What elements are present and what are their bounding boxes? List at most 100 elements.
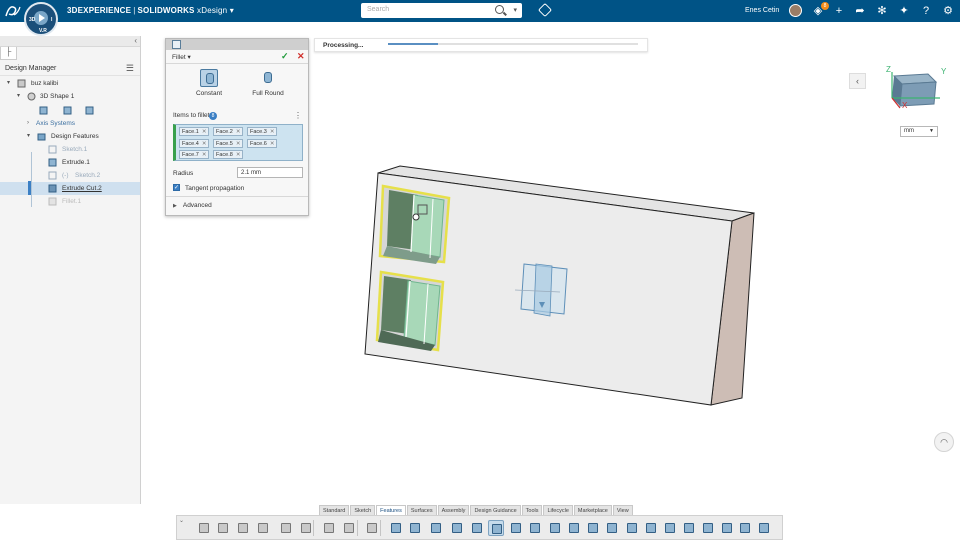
compass-icon[interactable]: 3D V.R I [24,2,58,36]
tree-node-sketch-2[interactable]: (-) Sketch.2 [0,169,140,182]
split-icon[interactable] [681,520,697,536]
chevron-down-icon[interactable]: ⌄ [179,517,184,524]
constant-option-button[interactable]: Constant [188,69,230,97]
face-chip[interactable]: Face.5 ✕ [213,139,244,148]
tab-sketch[interactable]: Sketch [350,505,376,515]
tab-view[interactable]: View [612,505,633,515]
remove-icon[interactable]: ✕ [270,141,275,147]
search-input[interactable]: Search ▾ [361,3,522,18]
help-icon[interactable] [364,520,380,536]
lower-pocket[interactable] [375,270,445,352]
remove-icon[interactable]: ✕ [236,141,241,147]
avatar[interactable] [789,4,802,17]
remove-icon[interactable]: ✕ [236,129,241,135]
hole-icon[interactable] [624,520,640,536]
loft-icon[interactable] [449,520,465,536]
remove-icon[interactable]: ✕ [236,152,241,158]
expand-icon[interactable]: ▾ [17,90,20,103]
view-cube-icon[interactable]: Z Y X [884,62,950,112]
tree-tab-icon[interactable]: ├ [0,47,17,60]
tab-features[interactable]: Features [376,505,406,515]
mirror-icon[interactable] [585,520,601,536]
advanced-section-toggle[interactable]: ▶ Advanced [173,202,212,209]
face-chip[interactable]: Face.6 ✕ [247,139,278,148]
tab-tools[interactable]: Tools [521,505,543,515]
fillet-title[interactable]: Fillet ▾ [172,53,191,61]
measure-icon[interactable]: ◠ [934,432,954,452]
tree-node-extrude-1[interactable]: Extrude.1 [0,156,140,169]
search-icon[interactable] [495,5,504,14]
save-as-icon[interactable] [215,520,231,536]
tab-marketplace[interactable]: Marketplace [573,505,612,515]
network-icon[interactable]: ✻ [875,4,889,18]
tab-design-guidance[interactable]: Design Guidance [470,505,521,515]
tree-node-axis-systems[interactable]: › Axis Systems [0,117,140,130]
tab-standard[interactable]: Standard [319,505,350,515]
extrude-icon[interactable] [388,520,404,536]
dialog-drag-bar[interactable] [166,39,308,50]
hamburger-menu-icon[interactable]: ☰ [126,63,134,74]
scale-icon[interactable] [719,520,735,536]
remove-icon[interactable]: ✕ [202,141,207,147]
tree-node-fillet-1[interactable]: Fillet.1 [0,195,140,208]
draft-icon[interactable] [547,520,563,536]
app-title[interactable]: 3DEXPERIENCE | SOLIDWORKS xDesign ▾ [67,6,234,15]
share-icon[interactable]: ➦ [853,4,867,18]
tree-node-3d-shape[interactable]: ▾ 3D Shape 1 [0,90,140,103]
expand-icon[interactable]: ▾ [7,77,10,90]
face-chip[interactable]: Face.8 ✕ [213,150,244,159]
pattern-icon[interactable] [566,520,582,536]
chevron-down-icon[interactable]: ▾ [513,6,517,14]
remove-icon[interactable]: ✕ [202,152,207,158]
insert-icon[interactable] [278,520,294,536]
revolve-icon[interactable] [407,520,423,536]
full-round-option-button[interactable]: Full Round [247,69,289,97]
shell-icon[interactable] [527,520,543,536]
tree-node-sketch-1[interactable]: Sketch.1 [0,143,140,156]
ok-icon[interactable]: ✓ [281,51,289,62]
plane-yz-icon[interactable] [63,106,72,115]
remove-icon[interactable]: ✕ [202,129,207,135]
chamfer-icon[interactable] [508,520,524,536]
expand-icon[interactable]: ▾ [27,130,30,143]
boolean-icon[interactable] [662,520,678,536]
create-icon[interactable] [196,520,212,536]
tree-node-buz-kalibi[interactable]: ▾ buz kalibi [0,77,140,90]
add-icon[interactable]: + [832,4,846,18]
cut-icon[interactable] [469,520,485,536]
fillet-icon[interactable] [488,520,504,536]
plane-xy-icon[interactable] [39,106,48,115]
radius-input[interactable]: 2.1 mm [237,167,303,178]
remove-icon[interactable]: ✕ [270,129,275,135]
thread-icon[interactable] [643,520,659,536]
face-chip[interactable]: Face.3 ✕ [247,127,278,136]
collapse-right-button[interactable]: ‹ [849,73,866,89]
dome-icon[interactable] [756,520,772,536]
face-chip[interactable]: Face.7 ✕ [179,150,210,159]
collapse-panel-icon[interactable]: ‹ [134,36,137,45]
tab-assembly[interactable]: Assembly [437,505,470,515]
save-icon[interactable] [235,520,251,536]
face-chip[interactable]: Face.2 ✕ [213,127,244,136]
units-select[interactable]: mm ▼ [900,126,938,137]
user-name[interactable]: Enes Cetin [745,7,779,14]
expand-icon[interactable]: › [27,117,29,130]
tangent-propagation-checkbox[interactable]: ✓ [173,184,180,191]
settings-icon[interactable]: ⚙ [941,4,955,18]
plane-zx-icon[interactable] [85,106,94,115]
upper-pocket[interactable] [378,184,451,264]
undo-icon[interactable] [321,520,337,536]
tree-node-design-features[interactable]: ▾ Design Features [0,130,140,143]
close-icon[interactable]: ✕ [297,51,305,62]
items-selection-box[interactable]: Face.1 ✕ Face.2 ✕ Face.3 ✕ Face.4 ✕ Face.5 ✕ … [173,124,303,161]
move-icon[interactable] [700,520,716,536]
refresh-icon[interactable] [255,520,271,536]
more-options-icon[interactable]: ⋮ [294,111,302,120]
redo-icon[interactable] [341,520,357,536]
tag-icon[interactable] [537,2,553,18]
tab-lifecycle[interactable]: Lifecycle [543,505,573,515]
tree-node-extrude-cut-2[interactable]: Extrude Cut.2 [0,182,140,195]
apps-icon[interactable]: ✦ [897,4,911,18]
sweep-icon[interactable] [428,520,444,536]
wrap-icon[interactable] [737,520,753,536]
